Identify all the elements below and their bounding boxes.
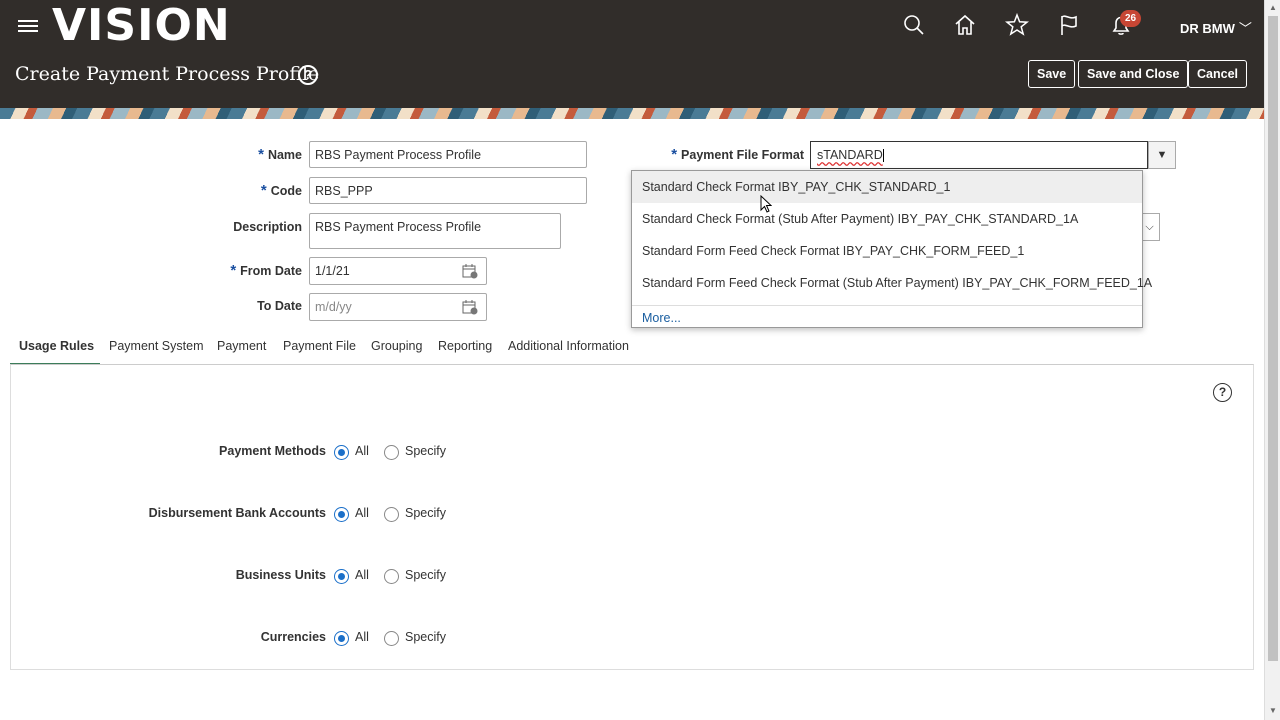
flag-icon[interactable] (1056, 12, 1082, 38)
currencies-specify-label: Specify (405, 630, 446, 644)
tab-payment-file[interactable]: Payment File (283, 336, 356, 365)
menu-icon[interactable] (18, 17, 38, 37)
code-label: * Code (260, 182, 302, 199)
bank-accounts-all-label: All (355, 506, 369, 520)
dropdown-option[interactable]: Standard Check Format (Stub After Paymen… (632, 203, 1142, 235)
tab-reporting[interactable]: Reporting (438, 336, 492, 365)
user-name: DR BMW (1180, 21, 1235, 36)
save-button[interactable]: Save (1028, 60, 1076, 88)
text-caret (882, 149, 884, 163)
star-icon[interactable] (1004, 12, 1030, 38)
payment-methods-specify-label: Specify (405, 444, 446, 458)
business-units-label: Business Units (235, 568, 326, 582)
help-icon[interactable]: ? (298, 65, 318, 85)
calendar-icon[interactable] (462, 263, 478, 279)
more-link[interactable]: More... (642, 311, 681, 325)
dropdown-option[interactable]: Standard Form Feed Check Format IBY_PAY_… (632, 235, 1142, 267)
page-title: Create Payment Process Profile (15, 63, 320, 85)
name-input[interactable]: RBS Payment Process Profile (309, 141, 587, 168)
mouse-pointer-icon (760, 195, 772, 213)
payment-file-format-label: * Payment File Format (671, 146, 804, 163)
payment-methods-label: Payment Methods (219, 444, 326, 458)
search-icon[interactable] (901, 12, 927, 38)
divider (632, 305, 1142, 306)
currencies-specify-radio[interactable] (384, 631, 399, 646)
bank-accounts-all-radio[interactable] (334, 507, 349, 522)
to-date-placeholder: m/d/yy (315, 300, 352, 314)
from-date-label: * From Date (230, 262, 302, 279)
from-date-input[interactable]: 1/1/21 (309, 257, 487, 285)
home-icon[interactable] (952, 12, 978, 38)
tab-additional-information[interactable]: Additional Information (508, 336, 629, 365)
description-label: Description (233, 220, 302, 234)
tab-usage-rules[interactable]: Usage Rules (10, 336, 100, 365)
scrollbar-thumb[interactable] (1268, 16, 1278, 661)
name-label: * Name (258, 146, 302, 163)
app-logo: VISION (52, 0, 231, 51)
notification-badge: 26 (1120, 10, 1142, 27)
payment-methods-specify-radio[interactable] (384, 445, 399, 460)
payment-methods-all-radio[interactable] (334, 445, 349, 460)
disbursement-bank-accounts-label: Disbursement Bank Accounts (148, 506, 326, 520)
business-units-all-label: All (355, 568, 369, 582)
payment-file-format-value: sTANDARD (817, 148, 883, 162)
global-header: VISION 26 DR BMW ﹀ Create Payment Process… (0, 0, 1264, 108)
code-input[interactable]: RBS_PPP (309, 177, 587, 204)
payment-methods-all-label: All (355, 444, 369, 458)
user-menu[interactable]: DR BMW ﹀ (1180, 18, 1252, 37)
calendar-icon[interactable] (462, 299, 478, 315)
payment-file-format-dropdown: Standard Check Format IBY_PAY_CHK_STANDA… (631, 170, 1152, 328)
vertical-scrollbar[interactable]: ▲ ▼ (1264, 0, 1280, 720)
chevron-down-icon[interactable]: ⌵ (1140, 213, 1160, 241)
bank-accounts-specify-label: Specify (405, 506, 446, 520)
help-icon[interactable]: ? (1213, 383, 1232, 402)
cancel-button[interactable]: Cancel (1188, 60, 1247, 88)
save-and-close-button[interactable]: Save and Close (1078, 60, 1189, 88)
bank-accounts-specify-radio[interactable] (384, 507, 399, 522)
tab-payment[interactable]: Payment (217, 336, 266, 365)
currencies-label: Currencies (260, 630, 326, 644)
chevron-down-icon: ﹀ (1238, 21, 1252, 36)
scroll-up-icon[interactable]: ▲ (1269, 3, 1277, 12)
decorative-banner (0, 108, 1264, 119)
tab-payment-system[interactable]: Payment System (109, 336, 203, 365)
to-date-label: To Date (257, 299, 302, 313)
dropdown-toggle-button[interactable]: ▼ (1148, 141, 1176, 169)
scroll-down-icon[interactable]: ▼ (1269, 706, 1277, 715)
business-units-all-radio[interactable] (334, 569, 349, 584)
from-date-value: 1/1/21 (315, 264, 350, 278)
to-date-input[interactable]: m/d/yy (309, 293, 487, 321)
business-units-specify-label: Specify (405, 568, 446, 582)
payment-file-format-input[interactable]: sTANDARD (810, 141, 1148, 169)
dropdown-option[interactable]: Standard Check Format IBY_PAY_CHK_STANDA… (632, 171, 1142, 203)
description-textarea[interactable]: RBS Payment Process Profile (309, 213, 561, 249)
tab-grouping[interactable]: Grouping (371, 336, 422, 365)
currencies-all-label: All (355, 630, 369, 644)
dropdown-option[interactable]: Standard Form Feed Check Format (Stub Af… (632, 267, 1152, 299)
currencies-all-radio[interactable] (334, 631, 349, 646)
business-units-specify-radio[interactable] (384, 569, 399, 584)
